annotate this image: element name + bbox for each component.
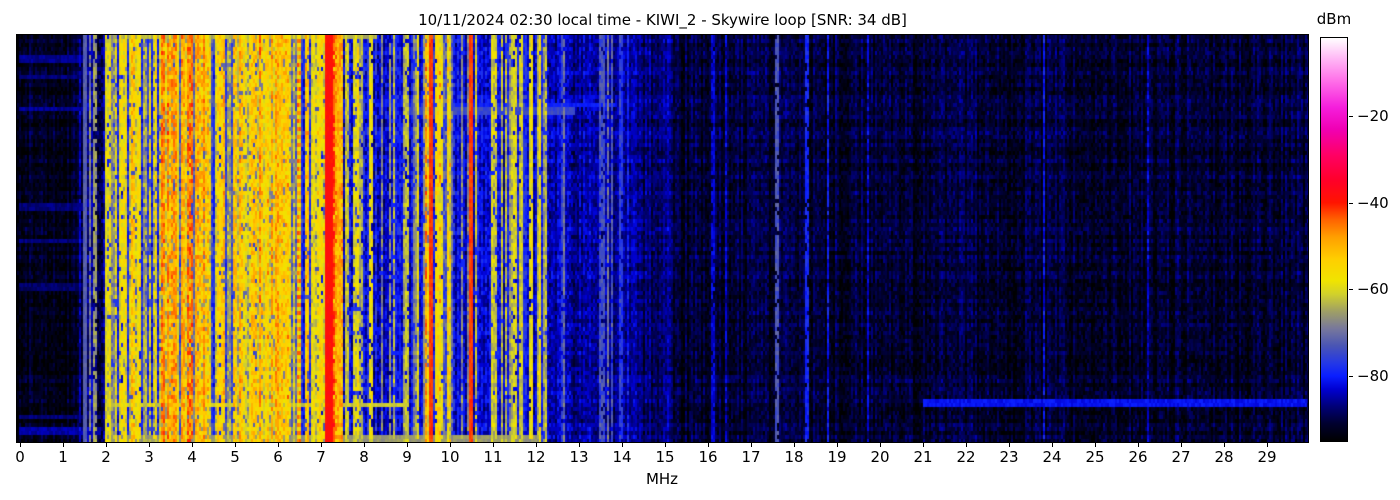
x-tick-label: 7 [316,448,326,466]
x-tick-mark [536,443,537,447]
x-tick-mark [1052,443,1053,447]
x-tick-mark [837,443,838,447]
x-tick-mark [1138,443,1139,447]
x-tick-label: 8 [359,448,369,466]
x-tick-label: 12 [526,448,546,466]
x-tick-mark [1267,443,1268,447]
x-axis-label: MHz [645,470,679,488]
colorbar-tick-label: −60 [1357,280,1389,298]
x-tick-mark [364,443,365,447]
x-tick-mark [20,443,21,447]
x-tick-mark [278,443,279,447]
colorbar-tick-mark [1349,116,1353,117]
x-tick-mark [880,443,881,447]
colorbar-unit-label: dBm [1316,10,1352,28]
x-tick-mark [794,443,795,447]
colorbar [1320,37,1348,442]
x-tick-mark [493,443,494,447]
x-tick-label: 28 [1214,448,1234,466]
x-tick-mark [1009,443,1010,447]
x-tick-mark [579,443,580,447]
x-tick-mark [622,443,623,447]
x-tick-label: 5 [230,448,240,466]
x-tick-label: 17 [741,448,761,466]
colorbar-tick-label: −40 [1357,194,1389,212]
x-tick-mark [966,443,967,447]
x-tick-label: 29 [1257,448,1277,466]
x-tick-label: 14 [612,448,632,466]
x-tick-mark [407,443,408,447]
x-tick-mark [1224,443,1225,447]
x-tick-label: 23 [999,448,1019,466]
x-tick-label: 16 [698,448,718,466]
x-tick-label: 13 [569,448,589,466]
x-tick-label: 0 [15,448,25,466]
x-tick-label: 22 [956,448,976,466]
waterfall-plot [16,34,1309,443]
x-tick-label: 21 [913,448,933,466]
x-tick-label: 24 [1042,448,1062,466]
x-tick-label: 19 [827,448,847,466]
colorbar-tick-mark [1349,203,1353,204]
x-tick-mark [1181,443,1182,447]
x-tick-mark [63,443,64,447]
x-tick-label: 2 [101,448,111,466]
x-tick-label: 10 [440,448,460,466]
x-tick-mark [1095,443,1096,447]
x-tick-mark [235,443,236,447]
x-tick-mark [751,443,752,447]
x-tick-label: 1 [58,448,68,466]
x-tick-mark [321,443,322,447]
colorbar-tick-mark [1349,289,1353,290]
chart-title: 10/11/2024 02:30 local time - KIWI_2 - S… [418,11,907,29]
colorbar-tick-mark [1349,376,1353,377]
x-tick-mark [923,443,924,447]
x-tick-label: 9 [402,448,412,466]
x-tick-mark [149,443,150,447]
colorbar-tick-label: −80 [1357,367,1389,385]
x-tick-label: 18 [784,448,804,466]
spectrogram-figure: 10/11/2024 02:30 local time - KIWI_2 - S… [0,0,1400,500]
x-tick-label: 4 [187,448,197,466]
x-tick-mark [192,443,193,447]
x-tick-mark [450,443,451,447]
x-tick-label: 20 [870,448,890,466]
x-tick-mark [106,443,107,447]
colorbar-tick-label: −20 [1357,107,1389,125]
x-tick-label: 6 [273,448,283,466]
waterfall-canvas [17,35,1308,442]
x-tick-mark [708,443,709,447]
x-tick-label: 3 [144,448,154,466]
x-tick-label: 27 [1171,448,1191,466]
x-tick-label: 26 [1128,448,1148,466]
x-tick-label: 25 [1085,448,1105,466]
x-tick-mark [665,443,666,447]
x-tick-label: 11 [483,448,503,466]
x-tick-label: 15 [655,448,675,466]
